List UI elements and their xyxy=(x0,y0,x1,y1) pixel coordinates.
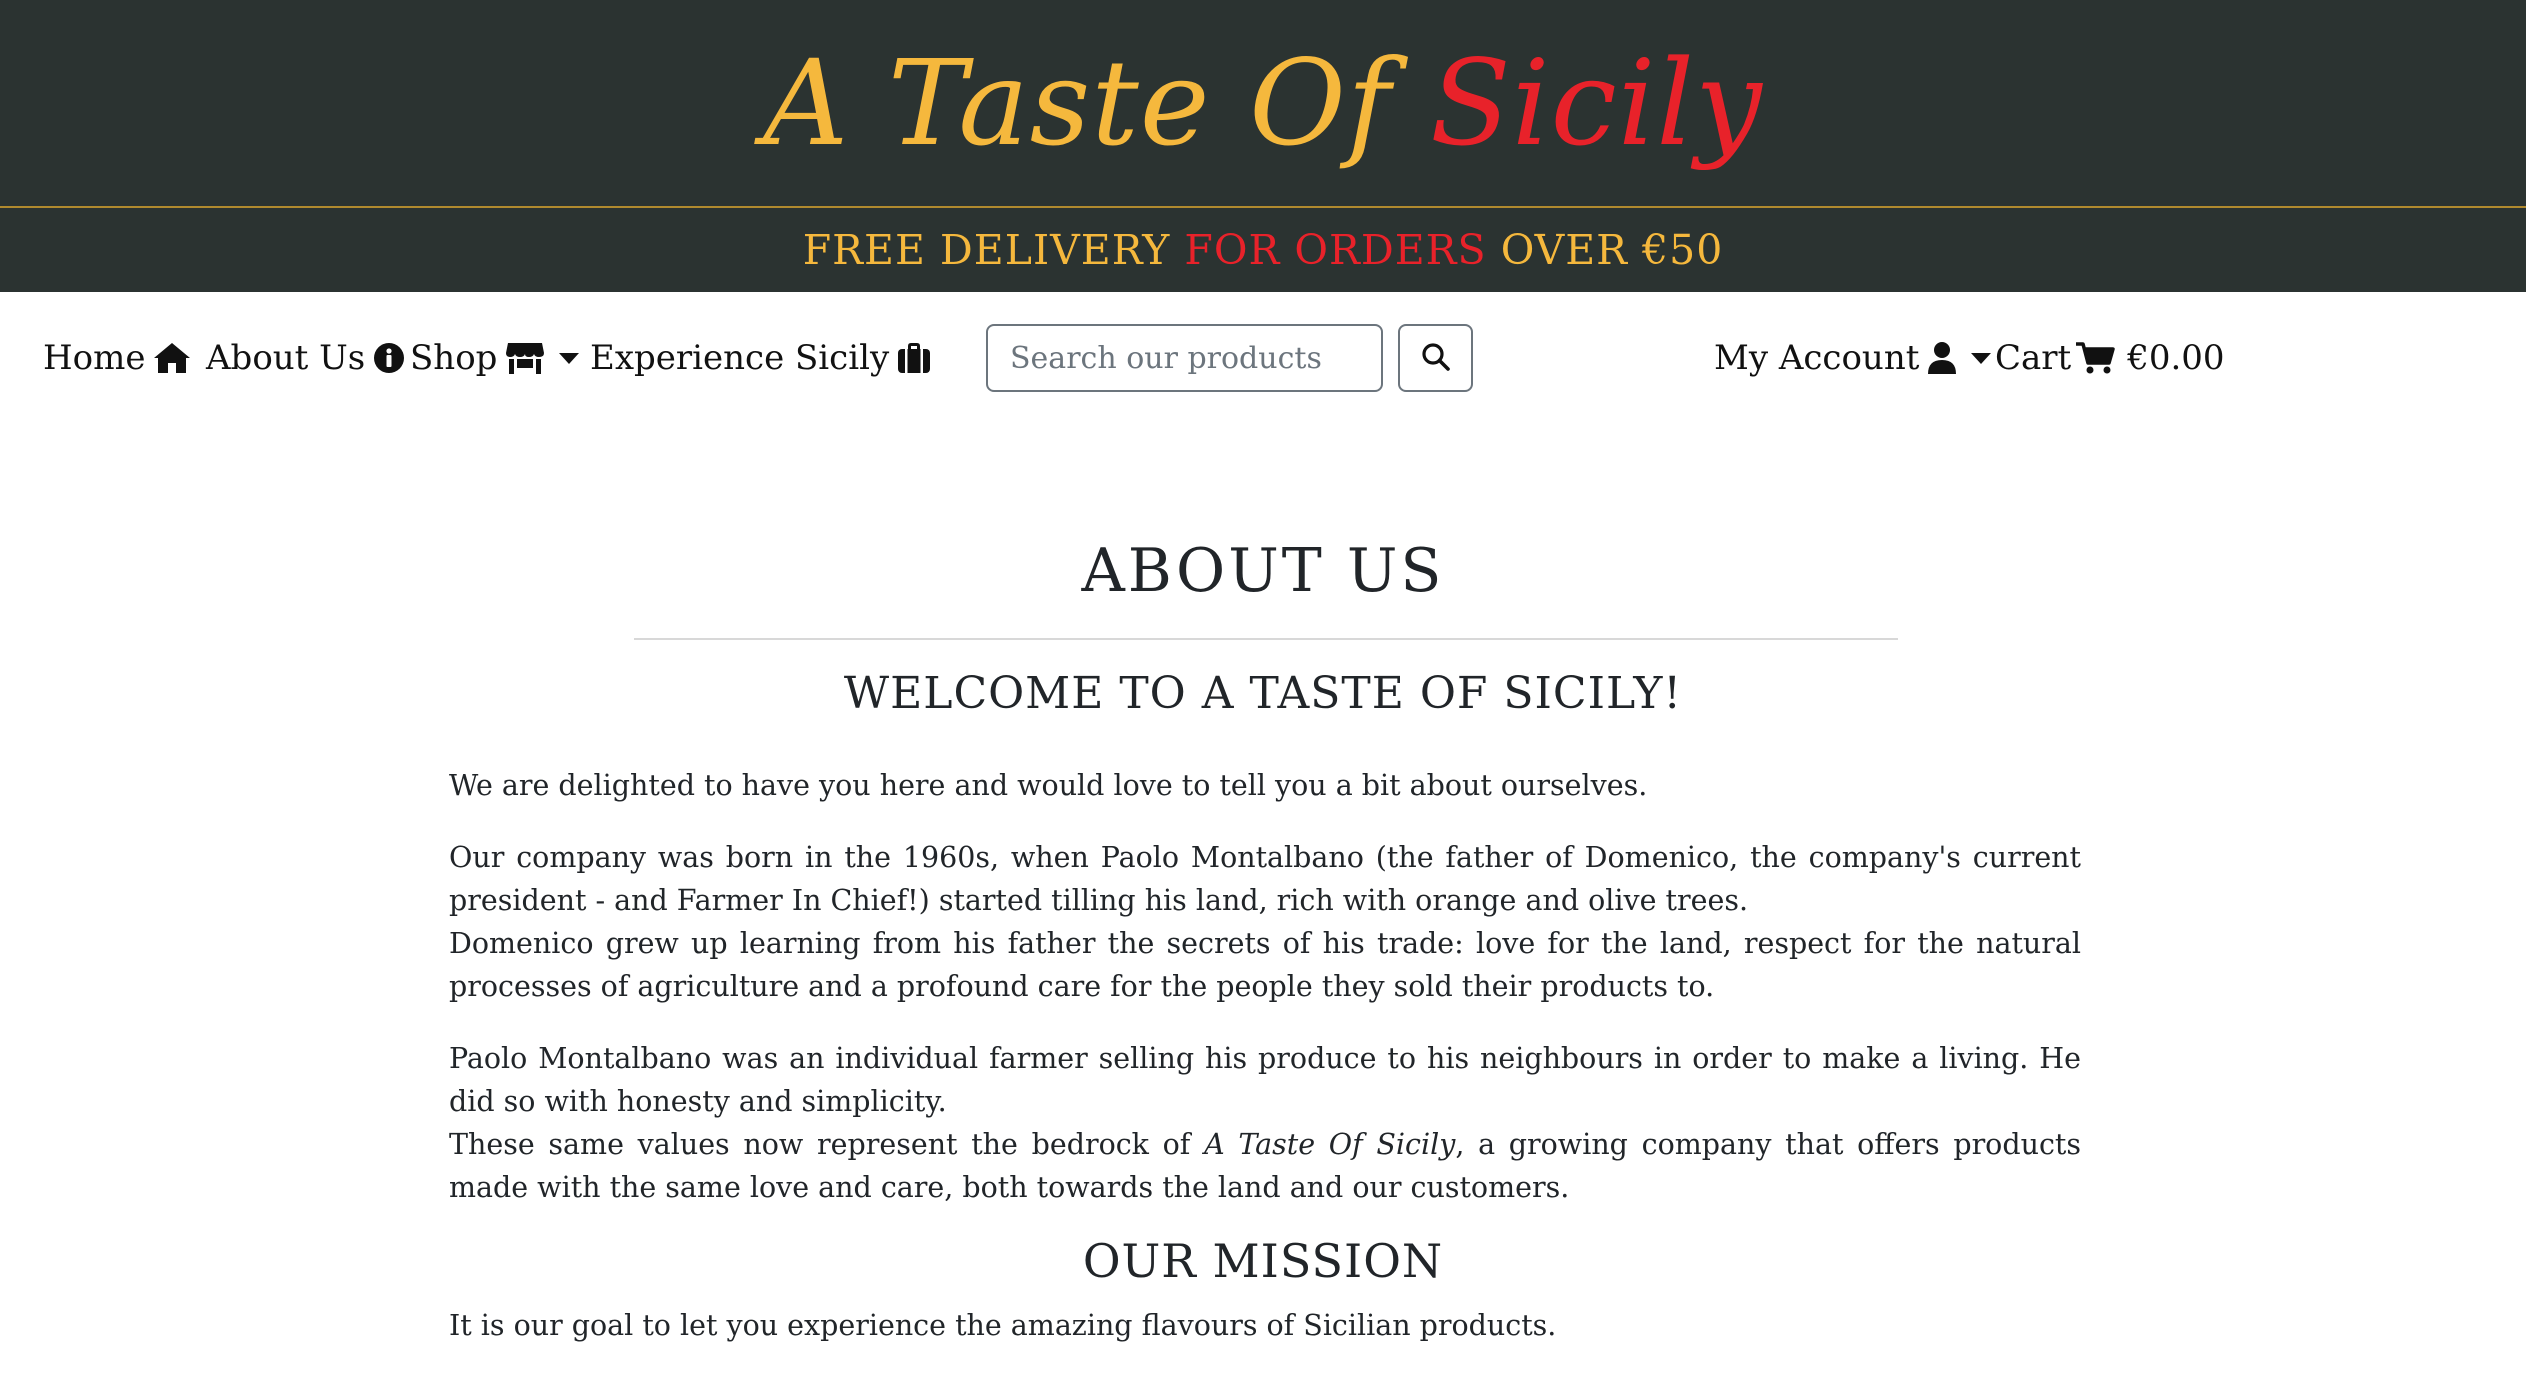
delivery-text-1: FREE DELIVERY xyxy=(802,226,1171,274)
delivery-banner: FREE DELIVERY FOR ORDERS OVER €50 xyxy=(0,208,2526,292)
nav-about-label: About Us xyxy=(206,338,366,378)
nav-cart[interactable]: Cart €0.00 xyxy=(1995,292,2225,424)
nav-shop-label: Shop xyxy=(410,338,498,378)
history-paragraph: Our company was born in the 1960s, when … xyxy=(449,836,2081,1008)
welcome-heading: WELCOME TO A TASTE OF SICILY! xyxy=(843,668,1683,719)
cart-total: €0.00 xyxy=(2127,338,2225,378)
search-input[interactable] xyxy=(986,324,1383,392)
brand-bar: A Taste Of Sicily xyxy=(0,0,2526,208)
user-icon xyxy=(1927,341,1957,375)
nav-experience[interactable]: Experience Sicily xyxy=(590,292,931,424)
nav-account-dropdown[interactable]: My Account xyxy=(1714,292,1992,424)
page-title: ABOUT US xyxy=(1081,536,1445,606)
site-header: A Taste Of Sicily FREE DELIVERY FOR ORDE… xyxy=(0,0,2526,292)
home-icon xyxy=(153,342,191,374)
intro-paragraph: We are delighted to have you here and wo… xyxy=(449,769,1648,802)
nav-experience-label: Experience Sicily xyxy=(590,338,890,378)
cart-icon xyxy=(2075,341,2115,375)
history-text-2: Domenico grew up learning from his fathe… xyxy=(449,927,2081,1003)
mission-paragraph: It is our goal to let you experience the… xyxy=(449,1309,1557,1342)
delivery-text-3: OVER €50 xyxy=(1500,226,1724,274)
nav-home-label: Home xyxy=(43,338,146,378)
title-divider xyxy=(634,638,1898,640)
info-icon xyxy=(373,342,405,374)
brand-part-2: Sicily xyxy=(1430,34,1763,172)
chevron-down-icon xyxy=(1971,352,1992,364)
mission-heading: OUR MISSION xyxy=(1082,1234,1444,1288)
delivery-text-2: FOR ORDERS xyxy=(1184,226,1487,274)
search-icon xyxy=(1421,342,1451,375)
brand-logo[interactable]: A Taste Of Sicily xyxy=(763,44,1763,162)
values-text-2-pre: These same values now represent the bedr… xyxy=(449,1128,1205,1161)
history-text-1: Our company was born in the 1960s, when … xyxy=(449,841,2081,917)
search-button[interactable] xyxy=(1398,324,1473,392)
values-text-1: Paolo Montalbano was an individual farme… xyxy=(449,1042,2081,1118)
nav-about[interactable]: About Us xyxy=(206,292,405,424)
main-nav: Home About Us Shop Experience Sicily My … xyxy=(0,292,2526,424)
brand-part-1: A Taste Of xyxy=(763,34,1392,172)
nav-home[interactable]: Home xyxy=(43,292,191,424)
store-icon xyxy=(505,341,545,375)
values-paragraph: Paolo Montalbano was an individual farme… xyxy=(449,1037,2081,1209)
chevron-down-icon xyxy=(559,352,580,364)
nav-account-label: My Account xyxy=(1714,338,1920,378)
nav-shop-dropdown[interactable]: Shop xyxy=(410,292,580,424)
suitcase-icon xyxy=(897,342,931,374)
nav-cart-label: Cart xyxy=(1995,338,2072,378)
company-name-emphasis: A Taste Of Sicily xyxy=(1204,1128,1456,1161)
